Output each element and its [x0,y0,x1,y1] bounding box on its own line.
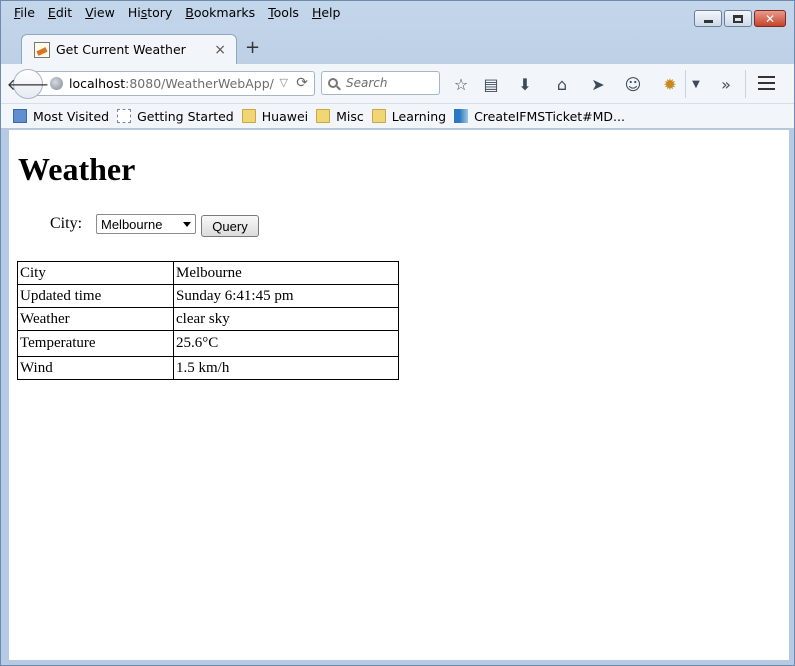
toolbar-separator [745,70,746,98]
table-key-cell: Wind [17,356,174,380]
menu-bookmarks[interactable]: Bookmarks [178,3,261,23]
search-input[interactable]: Search [321,71,440,95]
table-row: Temperature 25.6°C [17,330,399,357]
table-key-cell: Updated time [17,284,174,308]
downloads-icon[interactable]: ⬇ [514,73,536,95]
folder-icon [371,109,386,123]
bookmark-folder-learning[interactable]: Learning [371,108,447,124]
send-icon[interactable]: ➤ [587,73,609,95]
window-controls: ✕ [694,10,786,27]
folder-icon [316,109,331,123]
menu-file[interactable]: File [7,3,41,23]
table-value-cell: Sunday 6:41:45 pm [173,284,399,308]
navigation-toolbar: localhost:8080/WeatherWebApp/ ▽ ⟳ 🡐 Sear… [1,64,794,104]
bookmark-folder-huawei[interactable]: Huawei [241,108,309,124]
table-row: Wind 1.5 km/h [17,356,399,380]
bookmark-folder-misc[interactable]: Misc [316,109,364,124]
menu-hamburger-icon[interactable] [758,76,775,94]
extension-dropdown-icon[interactable]: ▼ [685,73,707,95]
menu-view[interactable]: View [78,3,121,23]
bookmark-label: CreateIFMSTicket#MD... [474,108,625,124]
bookmark-label: Misc [336,108,364,124]
city-label: City: [50,215,83,232]
bookmarks-toolbar: Most Visited Getting Started Huawei Misc… [1,104,794,129]
page-content: Weather City: Melbourne Query City Melbo… [9,130,789,660]
reading-list-icon[interactable]: ▤ [480,73,502,95]
bookmark-getting-started[interactable]: Getting Started [117,109,234,124]
smiley-icon[interactable]: ☺ [622,73,644,95]
table-value-cell: clear sky [173,307,399,331]
close-window-button[interactable]: ✕ [754,10,786,27]
reload-icon[interactable]: ⟳ [296,75,308,91]
tab-title: Get Current Weather [56,42,186,57]
url-bar[interactable]: localhost:8080/WeatherWebApp/ ▽ ⟳ [31,71,315,96]
chevron-down-icon [183,222,191,227]
bookmark-most-visited[interactable]: Most Visited [13,109,109,124]
city-select[interactable]: Melbourne [96,214,196,234]
bookmark-create-ticket[interactable]: CreateIFMSTicket#MD... [454,109,625,124]
minimize-icon [703,19,713,23]
tab-close-icon[interactable]: × [214,42,226,58]
bookmark-label: Getting Started [137,108,234,124]
table-key-cell: Weather [17,307,174,331]
weather-table: City Melbourne Updated time Sunday 6:41:… [17,261,399,380]
url-host: localhost [69,76,126,91]
page-title: Weather [18,151,136,187]
menu-bar: File Edit View History Bookmarks Tools H… [7,3,346,23]
menu-edit[interactable]: Edit [41,3,78,23]
table-value-cell: Melbourne [173,261,399,285]
home-icon[interactable]: ⌂ [551,73,573,95]
folder-icon [241,109,256,123]
browser-window: File Edit View History Bookmarks Tools H… [0,0,795,666]
overflow-chevron-icon[interactable]: » [715,73,737,95]
page-icon [117,109,132,123]
ticket-icon [454,109,469,123]
new-tab-button[interactable]: + [245,37,260,58]
close-icon: ✕ [764,11,776,26]
minimize-button[interactable] [694,10,722,27]
menu-help[interactable]: Help [305,3,347,23]
table-key-cell: City [17,261,174,285]
table-row: Updated time Sunday 6:41:45 pm [17,284,399,308]
bookmark-label: Learning [391,108,447,124]
most-visited-icon [13,109,27,123]
back-button[interactable]: 🡐 [7,69,49,99]
back-arrow-icon: 🡐 [6,75,50,94]
table-key-cell: Temperature [17,330,174,357]
table-row: City Melbourne [17,261,399,285]
bookmark-star-icon[interactable]: ☆ [450,73,472,95]
weather-favicon-icon [34,41,50,58]
globe-icon [50,77,63,90]
table-value-cell: 1.5 km/h [173,356,399,380]
bookmark-label: Huawei [261,108,309,124]
search-icon [328,78,338,88]
search-placeholder: Search [346,76,388,90]
extension-bee-icon[interactable]: ✹ [659,73,681,95]
maximize-button[interactable] [724,10,752,27]
menu-history[interactable]: History [121,3,178,23]
city-selected-value: Melbourne [101,216,163,232]
menu-tools[interactable]: Tools [261,3,305,23]
bookmark-label: Most Visited [33,108,110,124]
tab-get-current-weather[interactable]: Get Current Weather × [21,34,237,64]
table-value-cell: 25.6°C [173,330,399,357]
query-button[interactable]: Query [201,215,259,237]
maximize-icon [733,14,743,23]
url-history-dropdown-icon[interactable]: ▽ [280,76,288,89]
url-path: :8080/WeatherWebApp/ [125,76,274,91]
table-row: Weather clear sky [17,307,399,331]
